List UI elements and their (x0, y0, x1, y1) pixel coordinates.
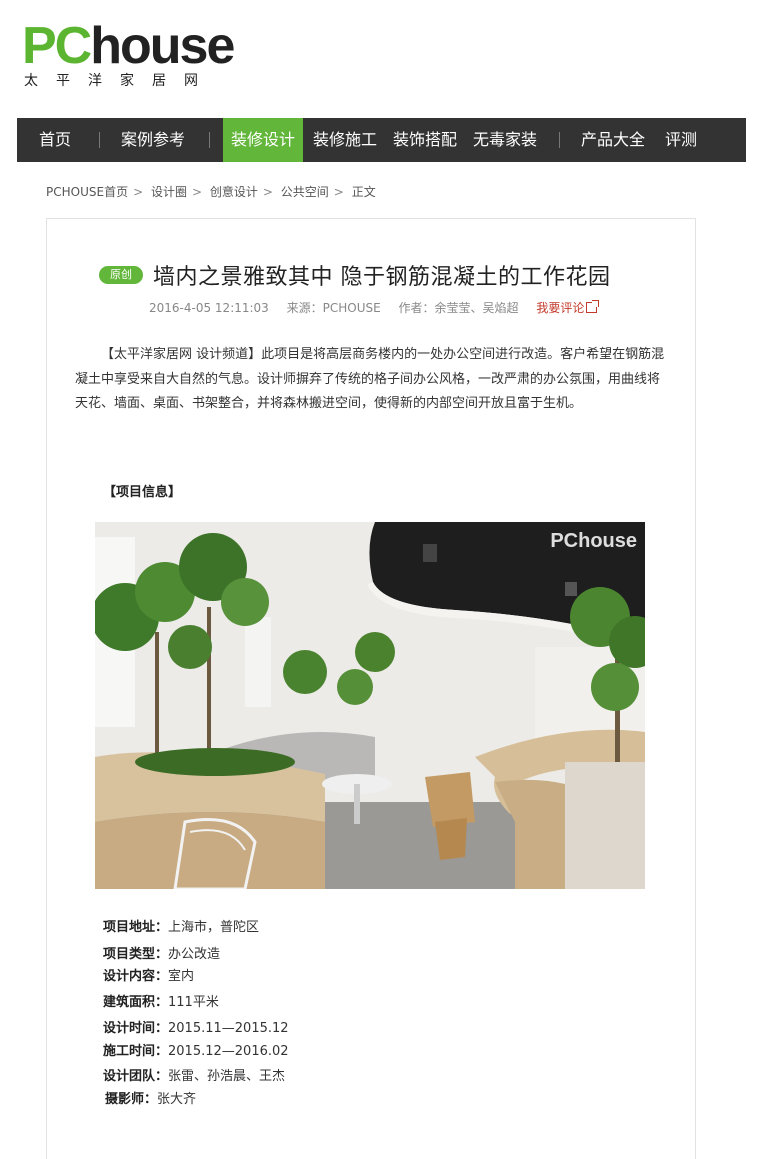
article-author: 作者：余莹莹、吴焰超 (398, 301, 519, 315)
info-label: 项目地址： (103, 920, 169, 935)
info-label: 摄影师： (105, 1092, 158, 1107)
breadcrumb-creative-design[interactable]: 创意设计 (210, 185, 258, 199)
article-intro: 【太平洋家居网 设计频道】此项目是将高层商务楼内的一处办公空间进行改造。客户希望… (75, 347, 665, 411)
info-value: 2015.11—2015.12 (168, 1021, 289, 1036)
info-label: 设计团队： (103, 1069, 169, 1084)
info-team: 设计团队：张雷、孙浩晨、王杰 (103, 1065, 285, 1084)
office-illustration (95, 522, 645, 889)
nav-item-eco[interactable]: 无毒家装 (466, 118, 544, 162)
article-container: 原创 墙内之景雅致其中 隐于钢筋混凝土的工作花园 2016-4-05 12:11:… (46, 218, 696, 1159)
nav-item-decoration[interactable]: 装饰搭配 (386, 118, 464, 162)
info-label: 设计内容： (103, 969, 169, 984)
site-logo[interactable]: PChouse 太平洋家居网 (22, 20, 242, 92)
info-area: 建筑面积：111平米 (103, 991, 219, 1010)
info-value: 2015.12—2016.02 (168, 1044, 289, 1059)
article-header: 原创 墙内之景雅致其中 隐于钢筋混凝土的工作花园 (99, 259, 659, 290)
section-title: 【项目信息】 (103, 485, 182, 500)
info-value: 办公改造 (168, 947, 221, 962)
info-value: 室内 (168, 969, 195, 984)
info-value: 111平米 (168, 995, 219, 1010)
article-title: 墙内之景雅致其中 隐于钢筋混凝土的工作花园 (153, 265, 611, 290)
nav-divider (559, 132, 560, 148)
breadcrumb-separator: > (133, 185, 144, 199)
info-value: 上海市，普陀区 (168, 920, 260, 935)
nav-divider (99, 132, 100, 148)
nav-item-reviews[interactable]: 评测 (657, 118, 705, 162)
article-date: 2016-4-05 12:11:03 (149, 301, 269, 315)
nav-divider (209, 132, 210, 148)
external-link-icon[interactable] (586, 300, 600, 313)
info-scope: 设计内容：室内 (103, 965, 194, 984)
breadcrumb-design-circle[interactable]: 设计圈 (151, 185, 187, 199)
breadcrumb: PCHOUSE首页 > 设计圈 > 创意设计 > 公共空间 > 正文 (46, 183, 379, 200)
breadcrumb-public-space[interactable]: 公共空间 (281, 185, 329, 199)
original-badge: 原创 (99, 266, 143, 284)
logo-pc: PC (22, 17, 92, 75)
breadcrumb-current: 正文 (351, 185, 376, 199)
breadcrumb-separator: > (191, 185, 203, 199)
info-value: 张大齐 (157, 1092, 197, 1107)
logo-wordmark: PChouse (22, 17, 235, 75)
info-build-time: 施工时间：2015.12—2016.02 (103, 1040, 289, 1059)
info-value: 张雷、孙浩晨、王杰 (168, 1069, 286, 1084)
info-label: 施工时间： (103, 1044, 169, 1059)
main-nav: 首页 案例参考 装修设计 装修施工 装饰搭配 无毒家装 产品大全 评测 (17, 118, 746, 162)
breadcrumb-separator: > (333, 185, 344, 199)
logo-house: house (90, 17, 235, 75)
info-design-time: 设计时间：2015.11—2015.12 (103, 1017, 289, 1036)
info-type: 项目类型：办公改造 (103, 943, 220, 962)
nav-item-construction[interactable]: 装修施工 (306, 118, 384, 162)
info-address: 项目地址：上海市，普陀区 (103, 916, 259, 935)
logo-subtitle: 太平洋家居网 (24, 73, 216, 89)
photo-watermark: PChouse (550, 530, 637, 552)
nav-item-cases[interactable]: 案例参考 (113, 118, 193, 162)
breadcrumb-separator: > (262, 185, 273, 199)
info-photographer: 摄影师：张大齐 (105, 1088, 196, 1107)
breadcrumb-home[interactable]: PCHOUSE首页 (46, 185, 128, 199)
nav-item-design[interactable]: 装修设计 (223, 118, 303, 162)
info-label: 建筑面积： (103, 995, 169, 1010)
article-source: 来源：PCHOUSE (286, 301, 381, 315)
info-label: 项目类型： (103, 947, 169, 962)
comment-link[interactable]: 我要评论 (536, 301, 584, 315)
article-meta: 2016-4-05 12:11:03 来源：PCHOUSE 作者：余莹莹、吴焰超… (149, 299, 600, 316)
nav-item-products[interactable]: 产品大全 (573, 118, 653, 162)
nav-item-home[interactable]: 首页 (27, 118, 83, 162)
info-label: 设计时间： (103, 1021, 169, 1036)
office-photo: PChouse (95, 522, 645, 889)
